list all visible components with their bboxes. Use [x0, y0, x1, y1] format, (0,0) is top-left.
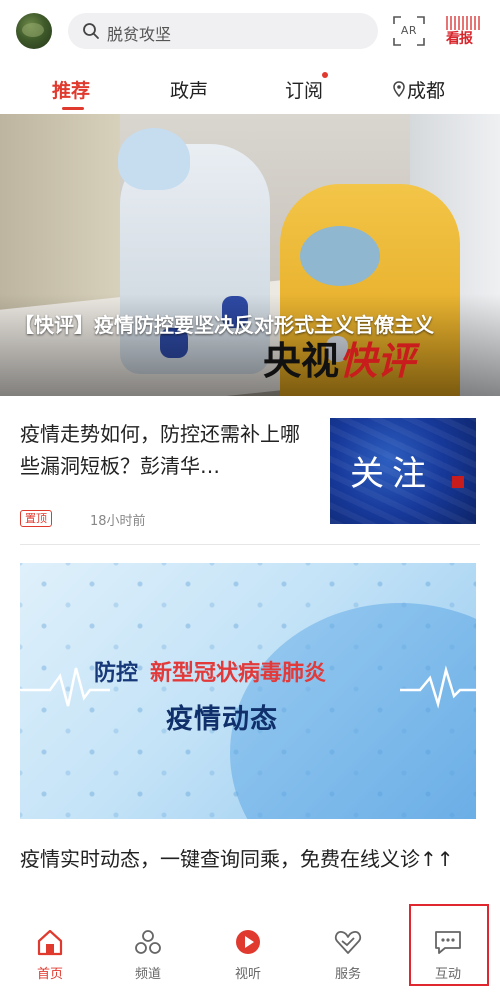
newspaper-label: 看报 [446, 31, 473, 47]
banner-subtitle: 疫情动态 [166, 704, 278, 735]
search-input[interactable]: 脱贫攻坚 [68, 13, 378, 49]
nav-service[interactable]: 服务 [298, 915, 398, 997]
news-item-title[interactable]: 疫情走势如何，防控还需补上哪些漏洞短板？彭清华… [20, 418, 310, 482]
newspaper-button[interactable]: 看报 [446, 16, 480, 48]
nav-home[interactable]: 首页 [0, 915, 100, 997]
ar-label: AR [400, 24, 418, 37]
nav-video-label: 视听 [234, 967, 261, 982]
ar-scan-button[interactable]: AR [392, 14, 426, 48]
nav-video[interactable]: 视听 [198, 915, 298, 997]
tab-recommend[interactable]: 推荐 [52, 76, 90, 103]
epidemic-banner[interactable]: 防控 新型冠状病毒肺炎 疫情动态 [20, 563, 476, 819]
hero-brand-logo: 央视快评 [263, 338, 416, 383]
news-item-title[interactable]: 疫情实时动态，一键查询同乘，免费在线义诊↑↑ [20, 843, 480, 875]
nav-channels[interactable]: 频道 [98, 915, 198, 997]
top-bar: 脱贫攻坚 AR 看报 [0, 0, 500, 62]
home-icon [37, 929, 63, 956]
active-tab-indicator [62, 107, 84, 110]
banner-title-part1: 防控 [94, 661, 139, 686]
nav-channels-label: 频道 [134, 967, 161, 982]
play-icon [236, 930, 260, 954]
location-pin-icon [393, 81, 405, 97]
thumbnail-text: 关注 [350, 454, 434, 494]
avatar[interactable] [16, 13, 52, 49]
service-icon [334, 931, 362, 954]
tab-subscribe[interactable]: 订阅 [285, 76, 323, 103]
news-item[interactable]: 疫情走势如何，防控还需补上哪些漏洞短板？彭清华… 置顶 18小时前 关注 [0, 396, 500, 544]
tab-chengdu[interactable]: 成都 [407, 76, 445, 103]
nav-service-label: 服务 [334, 967, 361, 982]
banner-title-part2: 新型冠状病毒肺炎 [150, 661, 327, 686]
notification-dot [322, 72, 328, 78]
search-icon [83, 23, 99, 39]
search-placeholder: 脱贫攻坚 [107, 25, 172, 44]
nav-home-label: 首页 [36, 967, 63, 982]
news-item-thumbnail[interactable]: 关注 [330, 418, 476, 524]
highlight-box [409, 904, 489, 986]
channels-icon [135, 930, 161, 954]
divider [20, 544, 480, 545]
news-item-time: 18小时前 [90, 514, 146, 529]
pinned-badge: 置顶 [20, 510, 52, 527]
hero-card[interactable] [0, 114, 500, 396]
channel-tabs: 推荐 政声 订阅 成都 [0, 62, 500, 114]
tab-politics[interactable]: 政声 [170, 76, 208, 103]
